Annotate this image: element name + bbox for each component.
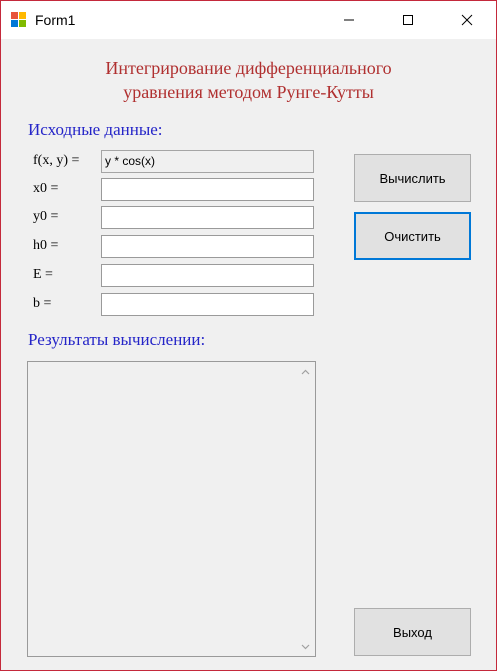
main-window: Form1 Интегрирование дифференциального у… xyxy=(0,0,497,671)
results-section-label: Результаты вычислении: xyxy=(28,330,206,349)
minimize-icon xyxy=(344,19,354,21)
results-scrollbar[interactable] xyxy=(297,363,314,655)
fxy-field[interactable]: y * cos(x) xyxy=(101,150,314,173)
app-icon xyxy=(11,12,27,28)
chevron-up-icon xyxy=(301,369,310,374)
y0-field[interactable] xyxy=(101,206,314,229)
window-title: Form1 xyxy=(35,12,76,28)
field-label-y0: y0 = xyxy=(33,209,59,224)
x0-field[interactable] xyxy=(101,178,314,201)
calculate-button[interactable]: Вычислить xyxy=(354,154,471,202)
scroll-down-button[interactable] xyxy=(297,638,314,655)
input-section-label: Исходные данные: xyxy=(28,120,163,139)
field-label-fxy: f(x, y) = xyxy=(33,153,80,168)
field-label-h0: h0 = xyxy=(33,238,59,253)
heading-line-2: уравнения методом Рунге-Кутты xyxy=(123,82,374,102)
scroll-up-button[interactable] xyxy=(297,363,314,380)
close-icon xyxy=(461,14,473,26)
close-button[interactable] xyxy=(444,1,490,39)
maximize-icon xyxy=(403,15,413,25)
title-bar[interactable]: Form1 xyxy=(1,1,496,39)
e-field[interactable] xyxy=(101,264,314,287)
results-textarea[interactable] xyxy=(27,361,316,657)
field-label-x0: x0 = xyxy=(33,181,59,196)
clear-button[interactable]: Очистить xyxy=(354,212,471,260)
h0-field[interactable] xyxy=(101,235,314,258)
exit-button[interactable]: Выход xyxy=(354,608,471,656)
heading-line-1: Интегрирование дифференциального xyxy=(105,58,392,78)
field-label-e: E = xyxy=(33,267,53,282)
b-field[interactable] xyxy=(101,293,314,316)
chevron-down-icon xyxy=(301,644,310,649)
minimize-button[interactable] xyxy=(326,1,372,39)
results-text xyxy=(28,362,315,368)
field-label-b: b = xyxy=(33,296,52,311)
maximize-button[interactable] xyxy=(385,1,431,39)
